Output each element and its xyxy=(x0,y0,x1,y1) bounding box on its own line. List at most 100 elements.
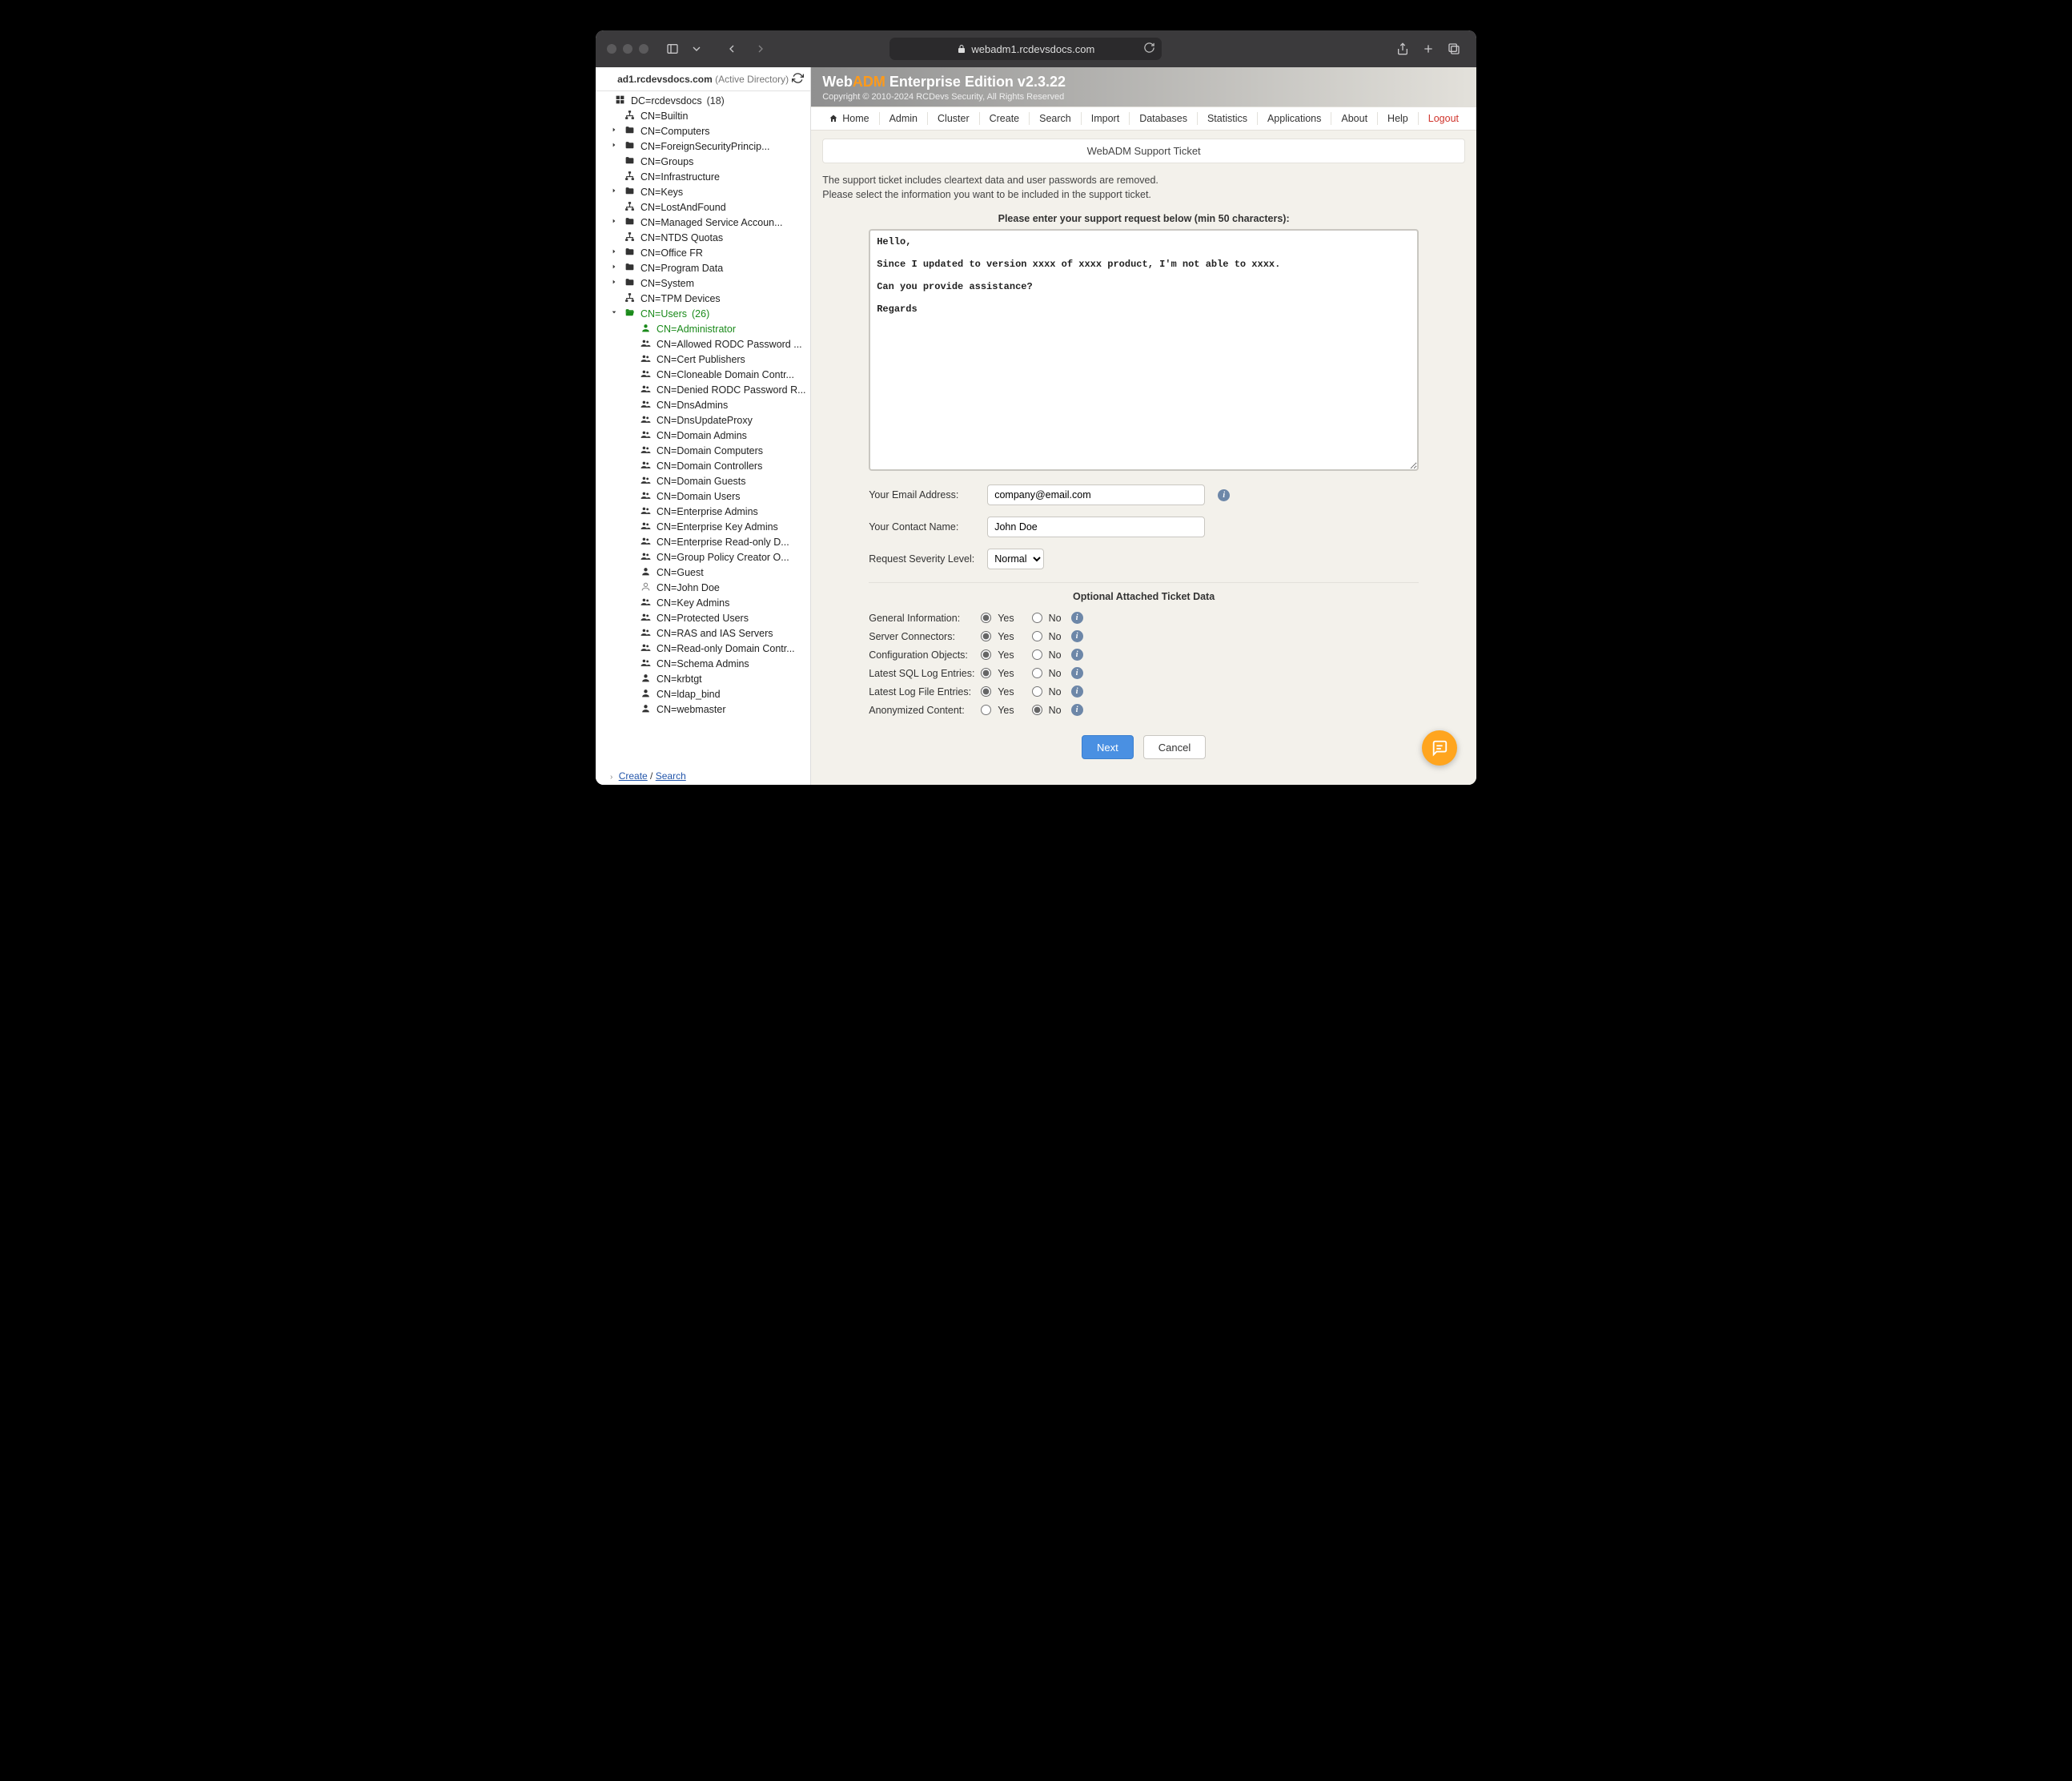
tree-node[interactable]: CN=Schema Admins xyxy=(599,656,810,671)
close-window-dot[interactable] xyxy=(607,44,616,54)
tree-node[interactable]: CN=ldap_bind xyxy=(599,686,810,702)
tree-node[interactable]: CN=Domain Computers xyxy=(599,443,810,458)
info-icon[interactable]: i xyxy=(1071,612,1083,624)
tree-node[interactable]: CN=Program Data xyxy=(599,260,810,275)
info-icon[interactable]: i xyxy=(1218,489,1230,501)
tree-node[interactable]: CN=Key Admins xyxy=(599,595,810,610)
chevron-right-icon[interactable] xyxy=(610,187,618,196)
tree-node[interactable]: CN=Domain Users xyxy=(599,488,810,504)
tree-node[interactable]: CN=Protected Users xyxy=(599,610,810,625)
address-bar[interactable]: webadm1.rcdevsdocs.com xyxy=(889,38,1162,60)
nav-logout[interactable]: Logout xyxy=(1419,112,1468,125)
tree-node[interactable]: CN=Domain Admins xyxy=(599,428,810,443)
tree-node[interactable]: CN=webmaster xyxy=(599,702,810,717)
yes-radio[interactable] xyxy=(981,649,991,660)
tree-node[interactable]: CN=DnsUpdateProxy xyxy=(599,412,810,428)
no-radio[interactable] xyxy=(1032,668,1042,678)
sidebar-create-link[interactable]: Create xyxy=(619,770,648,782)
yes-radio[interactable] xyxy=(981,668,991,678)
tree-node[interactable]: CN=Domain Controllers xyxy=(599,458,810,473)
nav-import[interactable]: Import xyxy=(1082,112,1130,125)
no-radio[interactable] xyxy=(1032,705,1042,715)
yes-radio[interactable] xyxy=(981,705,991,715)
tree-node[interactable]: CN=Enterprise Admins xyxy=(599,504,810,519)
no-radio[interactable] xyxy=(1032,631,1042,641)
no-radio[interactable] xyxy=(1032,613,1042,623)
info-icon[interactable]: i xyxy=(1071,667,1083,679)
info-icon[interactable]: i xyxy=(1071,649,1083,661)
nav-statistics[interactable]: Statistics xyxy=(1198,112,1258,125)
nav-cluster[interactable]: Cluster xyxy=(928,112,980,125)
tree-node[interactable]: CN=Enterprise Key Admins xyxy=(599,519,810,534)
chevron-down-icon[interactable] xyxy=(610,309,618,318)
nav-about[interactable]: About xyxy=(1331,112,1378,125)
cancel-button[interactable]: Cancel xyxy=(1143,735,1206,759)
reload-icon[interactable] xyxy=(1143,42,1155,56)
no-radio[interactable] xyxy=(1032,686,1042,697)
support-request-textarea[interactable] xyxy=(869,229,1419,471)
chat-fab[interactable] xyxy=(1422,730,1457,766)
info-icon[interactable]: i xyxy=(1071,630,1083,642)
contact-name-input[interactable] xyxy=(987,517,1205,537)
tree-node[interactable]: CN=Enterprise Read-only D... xyxy=(599,534,810,549)
tree-node[interactable]: CN=Computers xyxy=(599,123,810,139)
tree-node[interactable]: CN=Cert Publishers xyxy=(599,352,810,367)
tree-node[interactable]: DC=rcdevsdocs (18) xyxy=(599,93,810,108)
chevron-right-icon[interactable] xyxy=(610,218,618,227)
tree-node[interactable]: CN=NTDS Quotas xyxy=(599,230,810,245)
yes-radio[interactable] xyxy=(981,613,991,623)
severity-select[interactable]: Normal xyxy=(987,549,1044,569)
tree-node[interactable]: CN=TPM Devices xyxy=(599,291,810,306)
chevron-right-icon[interactable] xyxy=(610,263,618,272)
next-button[interactable]: Next xyxy=(1082,735,1134,759)
tree-node[interactable]: CN=Domain Guests xyxy=(599,473,810,488)
tree-node[interactable]: CN=ForeignSecurityPrincip... xyxy=(599,139,810,154)
tree-node[interactable]: CN=Group Policy Creator O... xyxy=(599,549,810,565)
tree-node[interactable]: CN=Office FR xyxy=(599,245,810,260)
new-tab-icon[interactable] xyxy=(1417,38,1440,59)
chevron-down-icon[interactable] xyxy=(690,38,703,59)
minimize-window-dot[interactable] xyxy=(623,44,632,54)
share-icon[interactable] xyxy=(1391,38,1414,59)
tree-node[interactable]: CN=Users (26) xyxy=(599,306,810,321)
nav-search[interactable]: Search xyxy=(1030,112,1082,125)
nav-create[interactable]: Create xyxy=(980,112,1030,125)
nav-databases[interactable]: Databases xyxy=(1130,112,1198,125)
tree-node[interactable]: CN=Groups xyxy=(599,154,810,169)
tree-node[interactable]: CN=John Doe xyxy=(599,580,810,595)
tabs-overview-icon[interactable] xyxy=(1443,38,1465,59)
sidebar-toggle-icon[interactable] xyxy=(661,38,684,59)
zoom-window-dot[interactable] xyxy=(639,44,649,54)
email-input[interactable] xyxy=(987,484,1205,505)
yes-radio[interactable] xyxy=(981,631,991,641)
chevron-right-icon[interactable] xyxy=(610,127,618,135)
tree-node[interactable]: CN=Cloneable Domain Contr... xyxy=(599,367,810,382)
info-icon[interactable]: i xyxy=(1071,685,1083,698)
chevron-right-icon[interactable] xyxy=(610,142,618,151)
info-icon[interactable]: i xyxy=(1071,704,1083,716)
tree-node[interactable]: CN=Read-only Domain Contr... xyxy=(599,641,810,656)
nav-help[interactable]: Help xyxy=(1378,112,1419,125)
tree-node[interactable]: CN=Allowed RODC Password ... xyxy=(599,336,810,352)
back-button[interactable] xyxy=(721,38,743,59)
nav-admin[interactable]: Admin xyxy=(880,112,928,125)
tree-node[interactable]: CN=Infrastructure xyxy=(599,169,810,184)
tree-node[interactable]: CN=Managed Service Accoun... xyxy=(599,215,810,230)
tree-node[interactable]: CN=Administrator xyxy=(599,321,810,336)
chevron-right-icon[interactable] xyxy=(610,248,618,257)
tree-node[interactable]: CN=RAS and IAS Servers xyxy=(599,625,810,641)
tree-node[interactable]: CN=System xyxy=(599,275,810,291)
no-radio[interactable] xyxy=(1032,649,1042,660)
tree-node[interactable]: CN=Denied RODC Password R... xyxy=(599,382,810,397)
tree-node[interactable]: CN=DnsAdmins xyxy=(599,397,810,412)
tree-node[interactable]: CN=Keys xyxy=(599,184,810,199)
chevron-right-icon[interactable] xyxy=(610,279,618,287)
tree-node[interactable]: CN=LostAndFound xyxy=(599,199,810,215)
nav-home[interactable]: Home xyxy=(819,112,879,125)
refresh-tree-icon[interactable] xyxy=(792,72,804,86)
yes-radio[interactable] xyxy=(981,686,991,697)
nav-applications[interactable]: Applications xyxy=(1258,112,1331,125)
tree-node[interactable]: CN=Guest xyxy=(599,565,810,580)
tree-node[interactable]: CN=Builtin xyxy=(599,108,810,123)
forward-button[interactable] xyxy=(749,38,772,59)
